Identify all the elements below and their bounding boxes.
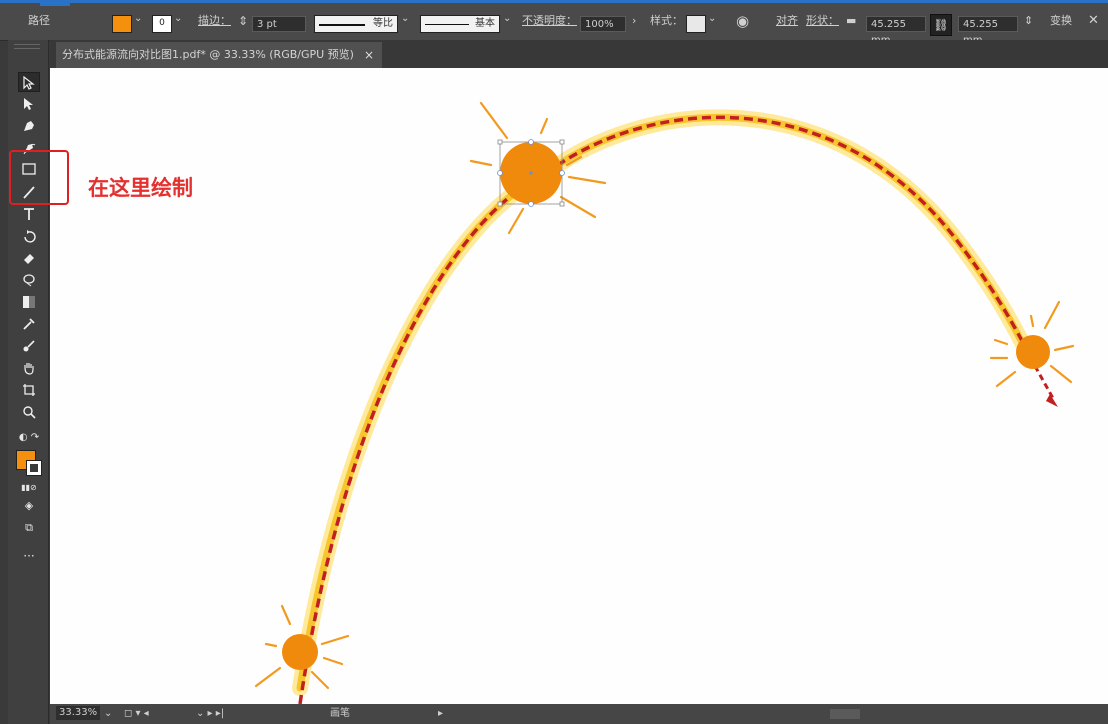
annotation-text: 在这里绘制 (88, 176, 193, 200)
opacity-arrow-icon[interactable]: › (632, 12, 636, 30)
blend-tool-icon[interactable] (18, 336, 40, 356)
pen-tool-icon[interactable] (18, 116, 40, 136)
swap-fill-stroke-icon[interactable]: ◐ ↷ (18, 428, 40, 448)
window-accent-bar (0, 0, 1108, 6)
height-field[interactable]: 45.255 mm (958, 16, 1018, 46)
artwork (254, 101, 1075, 704)
stroke-color-box[interactable] (26, 460, 42, 476)
control-bar: 路径 ⌄ 0 ⌄ 描边： ⇕ 3 pt 等比 ⌄ 基本 ⌄ 不透明度： 100%… (0, 0, 1108, 46)
recolor-icon[interactable]: ◉ (736, 12, 749, 30)
screen-mode-icon[interactable]: ⧉ (18, 518, 40, 538)
eyedropper-tool-icon[interactable] (18, 314, 40, 334)
style-label: 样式： (650, 14, 683, 27)
tools-panel: ◐ ↷ ▮▮⊘ ◈ ⧉ ··· (8, 40, 49, 724)
path-label: 路径 (28, 14, 50, 27)
type-tool-icon[interactable] (18, 204, 40, 224)
eraser-tool-icon[interactable] (18, 248, 40, 268)
shape-label[interactable]: 形状： (806, 12, 839, 30)
document-tab-title: 分布式能源流向对比图1.pdf* @ 33.33% (RGB/GPU 预览) (62, 48, 354, 61)
color-mode-icons[interactable]: ▮▮⊘ (18, 478, 40, 498)
stroke-stepper-icon[interactable]: ⇕ (238, 12, 248, 30)
selection-tool-icon[interactable] (18, 72, 40, 92)
transform-button[interactable]: 变换 (1050, 12, 1072, 30)
constrain-proportions-link-icon[interactable]: ⛓ (930, 14, 952, 36)
brush-definition[interactable]: 基本 (420, 15, 500, 33)
document-tab[interactable]: 分布式能源流向对比图1.pdf* @ 33.33% (RGB/GPU 预览) × (56, 42, 382, 68)
style-chevron-icon[interactable]: ⌄ (708, 13, 716, 24)
fill-color-swatch[interactable] (112, 15, 132, 33)
current-tool-name: 画笔 (330, 708, 350, 719)
artboard-tool-icon[interactable] (18, 380, 40, 400)
opacity-field[interactable]: 100% (580, 16, 626, 32)
stroke-dropdown-chevron-icon[interactable]: ⌄ (174, 13, 182, 24)
fill-dropdown-chevron-icon[interactable]: ⌄ (134, 13, 142, 24)
hand-tool-icon[interactable] (18, 358, 40, 378)
zoom-chevron-icon[interactable]: ⌄ (104, 707, 112, 721)
status-arrow-icon[interactable]: ▸ (438, 707, 443, 721)
align-label[interactable]: 对齐 (776, 12, 798, 30)
rotation-controls[interactable]: ◻ ▾ ◂ (124, 707, 149, 721)
stroke-label[interactable]: 描边： (198, 12, 231, 30)
status-bar: 33.33% ⌄ ◻ ▾ ◂ ⌄ ▸ ▸| 画笔 ▸ (50, 704, 1108, 724)
rotate-tool-icon[interactable] (18, 226, 40, 246)
highlight-rectangle-tool (9, 150, 69, 205)
zoom-tool-icon[interactable] (18, 402, 40, 422)
close-tab-icon[interactable]: × (364, 42, 374, 68)
arc-core (296, 114, 1034, 692)
variable-width-profile[interactable]: 等比 (314, 15, 398, 33)
panel-grip[interactable] (14, 44, 40, 49)
horizontal-scrollbar-thumb[interactable] (830, 709, 860, 719)
width-field[interactable]: 45.255 mm (866, 16, 926, 46)
arrow-tail (1033, 365, 1056, 401)
document-tab-bar: 分布式能源流向对比图1.pdf* @ 33.33% (RGB/GPU 预览) × (50, 40, 1108, 68)
profile-chevron-icon[interactable]: ⌄ (401, 13, 409, 24)
width-w-label: ▬ (846, 14, 857, 27)
stroke-weight-field[interactable]: 3 pt (252, 16, 306, 32)
style-swatch[interactable] (686, 15, 706, 33)
height-stepper-icon[interactable]: ⇕ (1024, 12, 1033, 30)
artboard-nav-icon[interactable]: ⌄ ▸ ▸| (196, 707, 224, 721)
opacity-label[interactable]: 不透明度： (522, 12, 577, 30)
stroke-color-swatch[interactable]: 0 (152, 15, 172, 33)
artboard-canvas[interactable] (50, 68, 1108, 704)
isolate-icon[interactable]: ✕ (1088, 12, 1099, 30)
draw-mode-icon[interactable]: ◈ (18, 496, 40, 516)
gradient-tool-icon[interactable] (18, 292, 40, 312)
zoom-field[interactable]: 33.33% (56, 706, 100, 720)
brush-chevron-icon[interactable]: ⌄ (503, 13, 511, 24)
lasso-tool-icon[interactable] (18, 270, 40, 290)
more-tools-icon[interactable]: ··· (18, 546, 40, 566)
direct-selection-tool-icon[interactable] (18, 94, 40, 114)
